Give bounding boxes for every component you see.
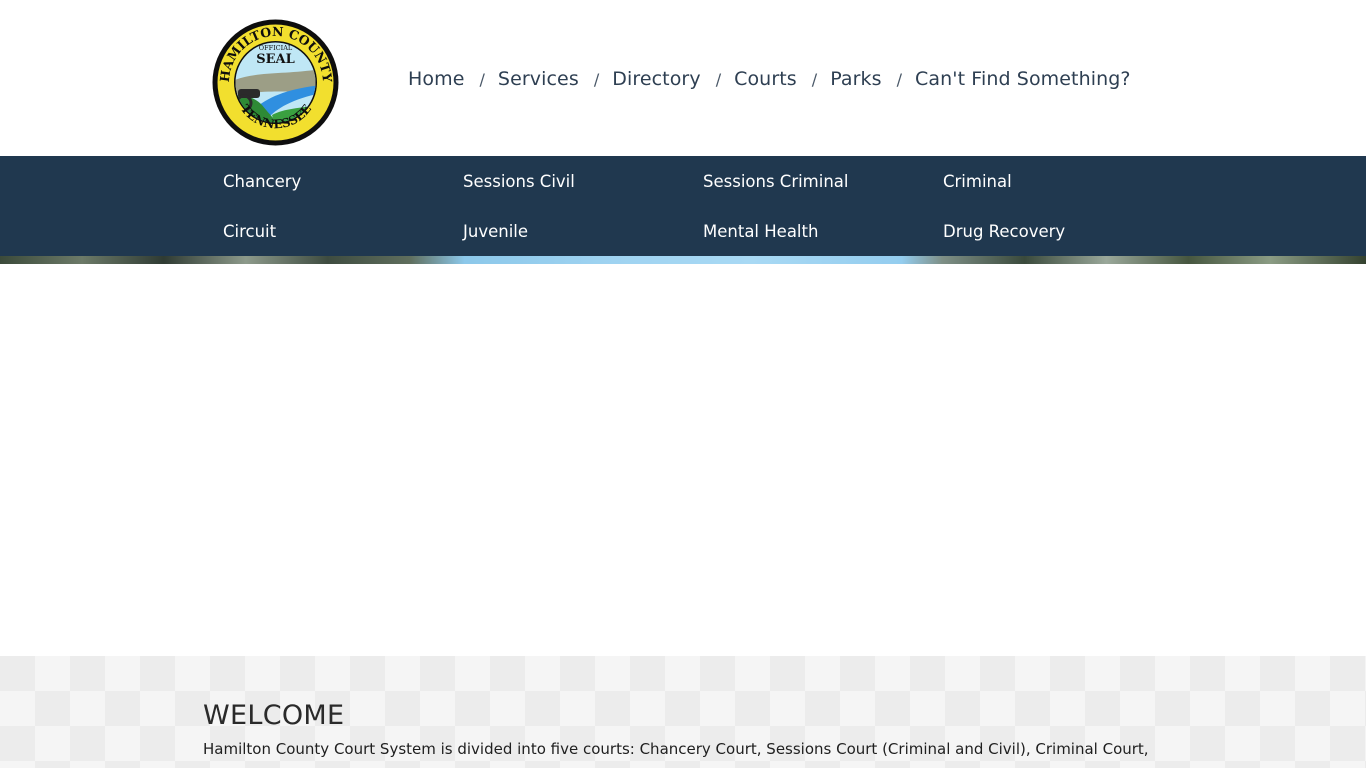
nav-link-home[interactable]: Home: [408, 68, 465, 90]
courts-nav-circuit[interactable]: Circuit: [223, 222, 276, 241]
courts-nav-sessions-criminal[interactable]: Sessions Criminal: [703, 172, 849, 191]
nav-separator: /: [715, 69, 722, 89]
courts-nav-criminal[interactable]: Criminal: [943, 172, 1012, 191]
welcome-section: WELCOME Hamilton County Court System is …: [0, 656, 1366, 768]
courts-nav-drug-recovery[interactable]: Drug Recovery: [943, 222, 1065, 241]
nav-separator: /: [896, 69, 903, 89]
courts-nav-sessions-civil[interactable]: Sessions Civil: [463, 172, 575, 191]
courts-nav-juvenile[interactable]: Juvenile: [463, 222, 528, 241]
nav-link-services[interactable]: Services: [498, 68, 579, 90]
nav-link-parks[interactable]: Parks: [830, 68, 881, 90]
seal-official-text: OFFICIAL: [259, 44, 293, 52]
courts-nav-chancery[interactable]: Chancery: [223, 172, 301, 191]
site-header: HAMILTON COUNTY TENNESSEE OFFICIAL SEAL …: [0, 0, 1366, 156]
welcome-heading: WELCOME: [203, 700, 345, 731]
nav-link-directory[interactable]: Directory: [612, 68, 700, 90]
courts-nav-mental-health[interactable]: Mental Health: [703, 222, 818, 241]
county-seal-logo: HAMILTON COUNTY TENNESSEE OFFICIAL SEAL: [212, 19, 339, 146]
hero-banner-image-strip: [0, 256, 1366, 264]
nav-separator: /: [593, 69, 600, 89]
courts-navigation-bar: Chancery Sessions Civil Sessions Crimina…: [0, 156, 1366, 256]
nav-separator: /: [479, 69, 485, 89]
nav-separator: /: [811, 69, 818, 89]
welcome-paragraph: Hamilton County Court System is divided …: [203, 740, 1149, 758]
nav-link-cant-find-something[interactable]: Can't Find Something?: [915, 68, 1131, 90]
nav-link-courts[interactable]: Courts: [734, 68, 797, 90]
main-navigation: Home / Services / Directory / Courts / P…: [408, 64, 1131, 94]
seal-seal-text: SEAL: [256, 52, 295, 67]
